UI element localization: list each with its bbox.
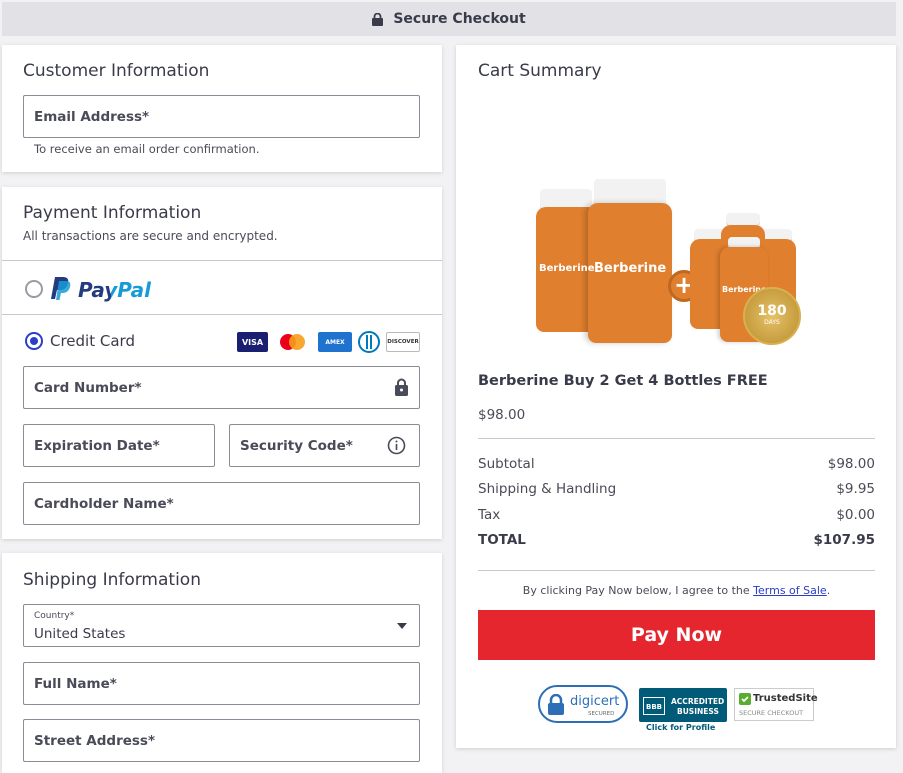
shipping-info-title: Shipping Information bbox=[23, 570, 201, 590]
lock-icon bbox=[372, 12, 384, 26]
amex-icon: AMEX bbox=[318, 332, 352, 352]
email-field[interactable]: Email Address* bbox=[23, 95, 420, 138]
payment-subtitle: All transactions are secure and encrypte… bbox=[23, 229, 278, 243]
cart-summary-title: Cart Summary bbox=[478, 61, 602, 81]
shipping-row: Shipping & Handling $9.95 bbox=[478, 481, 875, 497]
bbb-badge[interactable]: BBB ACCREDITED BUSINESS bbox=[639, 688, 727, 722]
secure-checkout-banner: Secure Checkout bbox=[2, 2, 896, 36]
card-number-field[interactable]: Card Number* bbox=[23, 366, 420, 409]
terms-of-sale-link[interactable]: Terms of Sale bbox=[753, 584, 827, 597]
pay-now-button[interactable]: Pay Now bbox=[478, 610, 875, 660]
bbb-mark: BBB bbox=[643, 697, 665, 715]
full-name-field[interactable]: Full Name* bbox=[23, 662, 420, 705]
subtotal-row: Subtotal $98.00 bbox=[478, 456, 875, 472]
cart-divider-1 bbox=[478, 438, 875, 439]
paypal-label: PayPal bbox=[78, 278, 152, 302]
country-label: Country* bbox=[34, 611, 75, 621]
country-value: United States bbox=[34, 626, 126, 642]
discover-icon: DISCOVER bbox=[386, 332, 420, 352]
cart-divider-2 bbox=[478, 570, 875, 571]
country-select[interactable]: Country* United States bbox=[23, 604, 420, 647]
customer-info-title: Customer Information bbox=[23, 61, 210, 81]
terms-agreement: By clicking Pay Now below, I agree to th… bbox=[522, 584, 831, 597]
total-row: TOTAL $107.95 bbox=[478, 532, 875, 548]
diners-club-icon bbox=[358, 331, 380, 353]
paypal-radio[interactable] bbox=[25, 280, 43, 298]
digicert-lock-icon bbox=[548, 694, 564, 715]
digicert-badge[interactable]: digicert SECURED bbox=[538, 685, 628, 723]
bbb-profile-link[interactable]: Click for Profile bbox=[646, 723, 715, 732]
tax-row: Tax $0.00 bbox=[478, 507, 875, 523]
padlock-icon bbox=[395, 378, 408, 396]
guarantee-badge: 180 DAYS bbox=[743, 287, 801, 345]
product-price: $98.00 bbox=[478, 407, 526, 423]
product-image: Berberine Berberine + Berberine 180 DAYS bbox=[528, 175, 808, 350]
product-name: Berberine Buy 2 Get 4 Bottles FREE bbox=[478, 373, 768, 389]
credit-card-radio[interactable] bbox=[25, 332, 43, 350]
email-hint: To receive an email order confirmation. bbox=[34, 142, 260, 156]
visa-icon: VISA bbox=[237, 332, 268, 352]
paypal-logo-icon bbox=[51, 277, 71, 300]
payment-divider-1 bbox=[2, 260, 442, 261]
street-address-field[interactable]: Street Address* bbox=[23, 719, 420, 762]
cardholder-name-field[interactable]: Cardholder Name* bbox=[23, 482, 420, 525]
payment-info-title: Payment Information bbox=[23, 203, 202, 223]
bottle-label: Berberine bbox=[594, 261, 667, 276]
banner-title: Secure Checkout bbox=[393, 11, 526, 27]
credit-card-label: Credit Card bbox=[50, 332, 135, 350]
mastercard-icon bbox=[280, 334, 305, 350]
expiration-date-field[interactable]: Expiration Date* bbox=[23, 424, 215, 467]
info-icon[interactable] bbox=[387, 436, 406, 455]
checkmark-icon bbox=[739, 693, 751, 705]
dropdown-caret-icon bbox=[397, 623, 407, 629]
trustedsite-badge[interactable]: TrustedSite SECURE CHECKOUT bbox=[734, 688, 818, 721]
payment-divider-2 bbox=[2, 314, 442, 315]
